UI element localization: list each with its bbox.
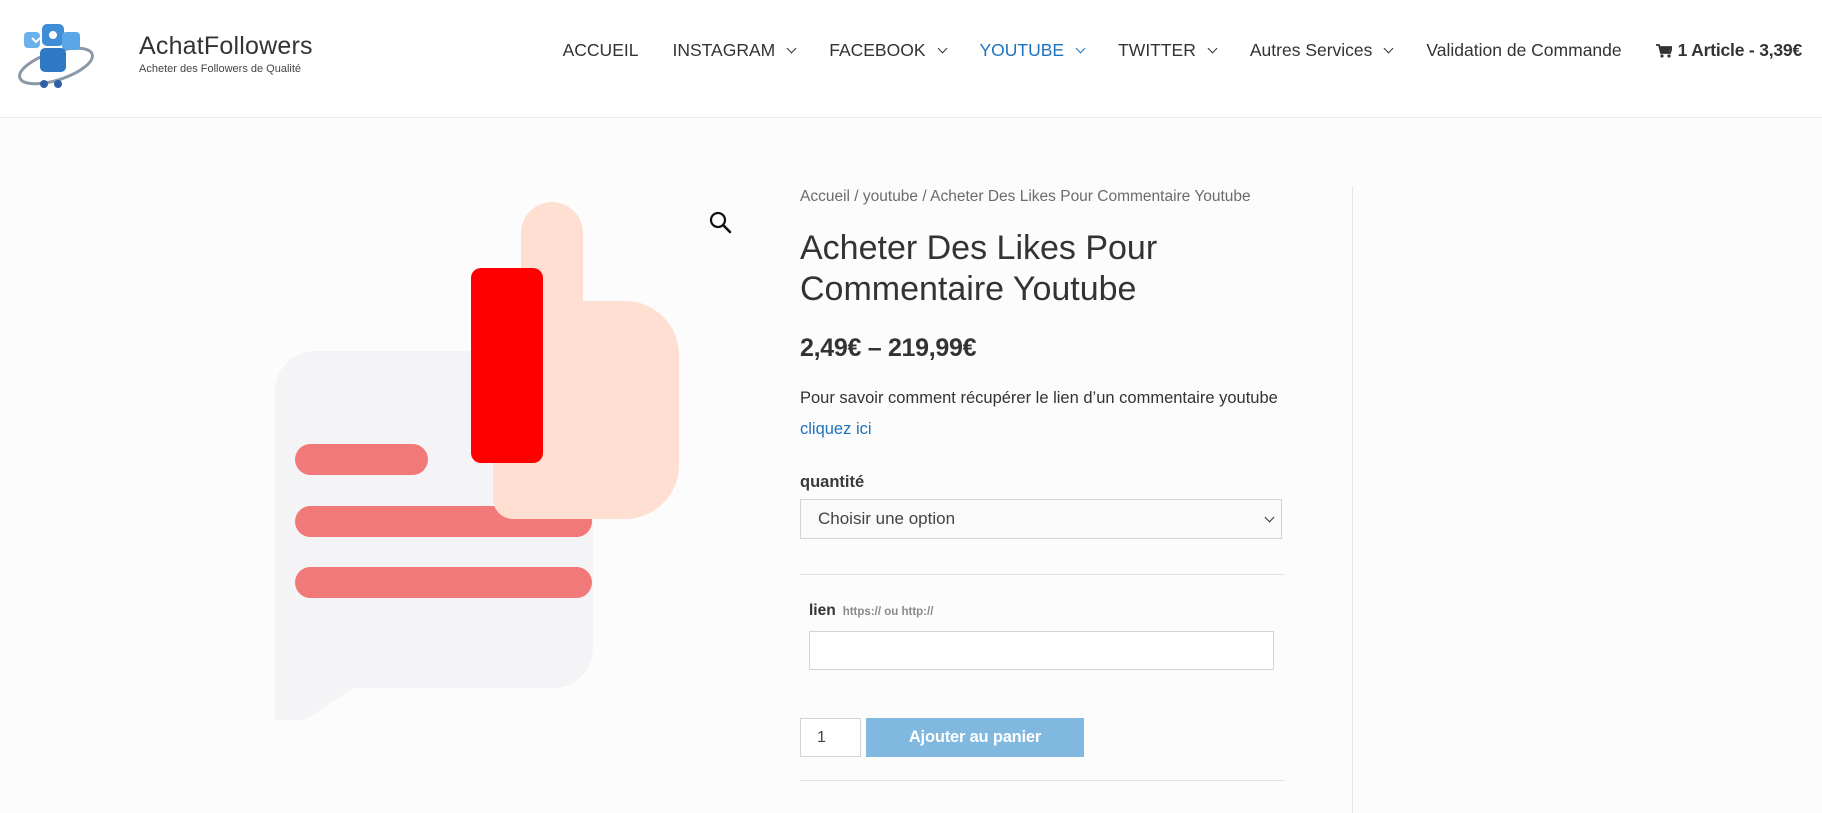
nav-label: Validation de Commande	[1426, 40, 1622, 60]
lien-hint: https:// ou http://	[842, 606, 934, 618]
nav-label: TWITTER	[1118, 40, 1196, 60]
chevron-down-icon	[1207, 43, 1218, 53]
product-image[interactable]	[225, 180, 765, 730]
product-title: Acheter Des Likes Pour Commentaire Youtu…	[800, 228, 1285, 310]
breadcrumb-sep: /	[849, 188, 863, 205]
brand-name[interactable]: AchatFollowers	[139, 32, 313, 61]
description-text: Pour savoir comment récupérer le lien d’…	[800, 389, 1278, 407]
quantity-select-value: Choisir une option	[818, 509, 956, 528]
nav-item-validation-commande[interactable]: Validation de Commande	[1426, 40, 1621, 61]
nav-item-autres-services[interactable]: Autres Services	[1249, 40, 1394, 61]
quantity-select[interactable]: Choisir une option	[800, 499, 1282, 539]
nav-label: YOUTUBE	[979, 40, 1065, 60]
main-nav: ACCUEIL INSTAGRAM FACEBOOK YOUTUBE TWITT…	[529, 40, 1803, 61]
breadcrumb: Accueil / youtube / Acheter Des Likes Po…	[800, 188, 1285, 206]
brand-tagline: Acheter des Followers de Qualité	[139, 63, 302, 75]
cart-label: 1 Article - 3,39€	[1677, 40, 1803, 60]
quantity-label: quantité	[800, 473, 865, 491]
column-divider	[1352, 186, 1353, 813]
lien-input[interactable]	[809, 631, 1274, 670]
breadcrumb-current: Acheter Des Likes Pour Commentaire Youtu…	[930, 188, 1251, 205]
title-line-2: Commentaire Youtube	[800, 270, 1137, 308]
lien-label-row: lien https:// ou http://	[809, 602, 1285, 620]
nav-label: Autres Services	[1249, 40, 1373, 60]
nav-label: FACEBOOK	[829, 40, 926, 60]
chevron-down-icon	[786, 43, 797, 53]
nav-item-youtube[interactable]: YOUTUBE	[979, 40, 1086, 61]
thumbs-up-comment-illustration	[233, 202, 679, 730]
site-header: AchatFollowers Acheter des Followers de …	[0, 0, 1822, 118]
product-description: Pour savoir comment récupérer le lien d’…	[800, 383, 1285, 445]
product-summary: Accueil / youtube / Acheter Des Likes Po…	[800, 188, 1285, 781]
add-to-cart-row: 1 Ajouter au panier	[800, 718, 1285, 757]
chevron-down-icon	[1075, 43, 1086, 53]
cart-link[interactable]: 1 Article - 3,39€	[1655, 40, 1803, 61]
cart-icon	[1655, 43, 1672, 58]
add-to-cart-button[interactable]: Ajouter au panier	[866, 718, 1084, 757]
cliquez-ici-link[interactable]: cliquez ici	[800, 420, 872, 438]
chevron-down-icon	[1383, 43, 1394, 53]
product-price: 2,49€ – 219,99€	[800, 334, 977, 362]
nav-item-twitter[interactable]: TWITTER	[1118, 40, 1218, 61]
breadcrumb-home[interactable]: Accueil	[800, 188, 850, 205]
quantity-input[interactable]: 1	[800, 718, 861, 757]
chevron-down-icon	[1264, 512, 1275, 522]
nav-item-accueil[interactable]: ACCUEIL	[563, 40, 639, 61]
divider	[800, 574, 1285, 575]
magnifier-icon[interactable]	[708, 210, 732, 234]
nav-label: ACCUEIL	[562, 40, 639, 60]
lien-label: lien	[809, 602, 836, 619]
title-line-1: Acheter Des Likes Pour	[800, 229, 1158, 267]
site-logo[interactable]	[12, 18, 100, 92]
nav-item-instagram[interactable]: INSTAGRAM	[672, 40, 797, 61]
nav-item-facebook[interactable]: FACEBOOK	[829, 40, 947, 61]
nav-label: INSTAGRAM	[672, 40, 776, 60]
breadcrumb-sep: /	[918, 188, 931, 205]
brand[interactable]: AchatFollowers Acheter des Followers de …	[139, 32, 313, 75]
chevron-down-icon	[937, 43, 947, 53]
breadcrumb-category[interactable]: youtube	[863, 188, 918, 205]
divider	[800, 780, 1285, 781]
